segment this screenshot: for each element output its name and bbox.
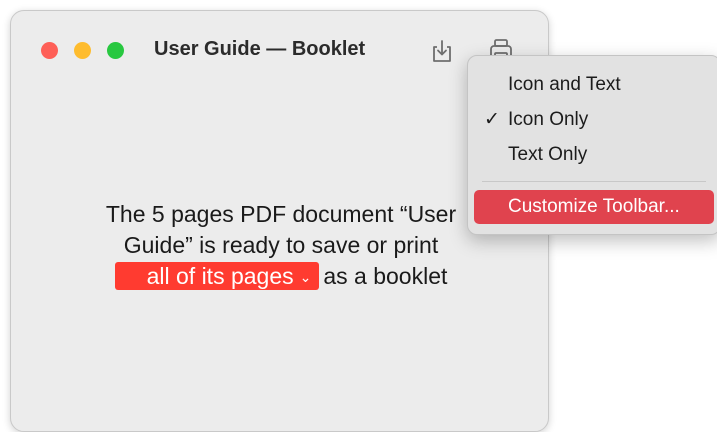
chevron-down-icon: ⌄ [299,269,312,285]
zoom-window-button[interactable] [107,42,124,59]
message-line-2: Guide” is ready to save or print [123,232,439,258]
close-window-button[interactable] [41,42,58,59]
checkmark-icon: ✓ [484,109,500,130]
booklet-message: The 5 pages PDF document “User Guide” is… [41,199,521,292]
menu-item-text-only[interactable]: Text Only [474,138,714,172]
menu-separator [482,181,706,182]
message-line-3: all of its pages ⌄ as a booklet [41,261,521,292]
window-title: User Guide — Booklet [154,38,366,60]
menu-item-label: Icon and Text [508,74,621,95]
menu-item-customize-toolbar[interactable]: Customize Toolbar... [474,190,714,224]
message-line-1: The 5 pages PDF document “User [105,201,457,227]
save-download-icon[interactable] [428,37,456,65]
menu-item-label: Text Only [508,144,588,165]
pages-popup-button[interactable]: all of its pages ⌄ [114,262,320,290]
toolbar-context-menu: Icon and Text ✓ Icon Only Text Only Cust… [467,55,717,235]
message-line-3-suffix: as a booklet [323,263,448,289]
menu-item-icon-only[interactable]: ✓ Icon Only [474,103,714,137]
menu-item-label: Customize Toolbar... [508,196,680,217]
minimize-window-button[interactable] [74,42,91,59]
menu-item-label: Icon Only [508,109,589,130]
pages-popup-label: all of its pages [146,263,294,289]
menu-item-icon-and-text[interactable]: Icon and Text [474,68,714,102]
